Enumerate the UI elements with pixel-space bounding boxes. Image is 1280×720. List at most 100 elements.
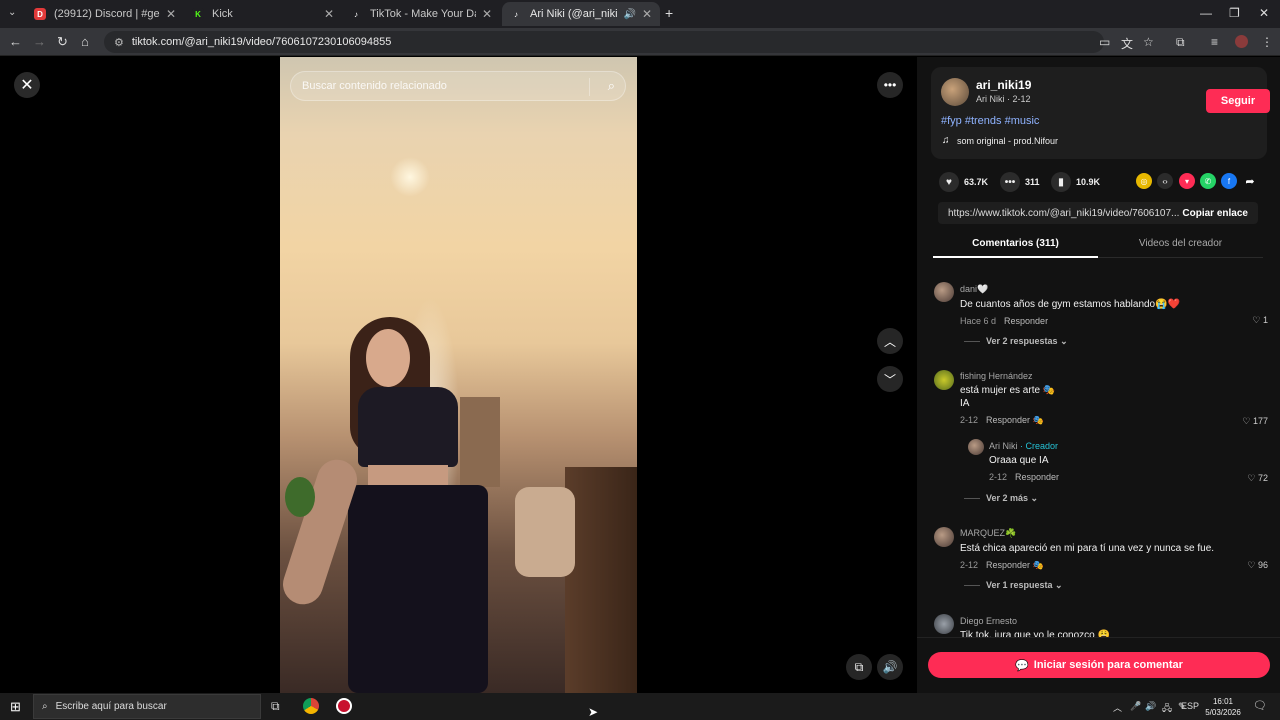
reply-button[interactable]: Responder <box>1004 316 1048 326</box>
tab-comments[interactable]: Comentarios (311) <box>933 238 1098 249</box>
app-taskbar-icon[interactable] <box>336 698 352 714</box>
site-info-icon[interactable]: ⚙ <box>114 36 124 49</box>
media-control-icon[interactable]: ≡ <box>1211 35 1218 49</box>
close-tab-icon[interactable]: ✕ <box>482 7 492 21</box>
home-icon[interactable]: ⌂ <box>81 34 89 49</box>
facebook-icon[interactable]: f <box>1221 173 1237 189</box>
bookmark-icon: ▮ <box>1051 172 1071 192</box>
comment-likes[interactable]: ♡ 72 <box>1247 473 1268 484</box>
commenter-avatar[interactable] <box>934 614 954 634</box>
embed-icon[interactable]: ‹› <box>1157 173 1173 189</box>
floating-player-icon[interactable]: ⧉ <box>846 654 872 680</box>
coin-icon[interactable]: ◎ <box>1136 173 1152 189</box>
microphone-icon[interactable]: 🎤 <box>1130 701 1141 712</box>
network-icon[interactable]: 🖧 <box>1162 701 1172 717</box>
browser-tab-discord[interactable]: D (29912) Discord | #general | Ba ✕ <box>26 2 184 26</box>
ceiling-fan-shape <box>390 157 430 197</box>
commenter-avatar[interactable] <box>934 527 954 547</box>
minimize-icon[interactable]: — <box>1200 6 1212 20</box>
browser-tab-ari-niki[interactable]: ♪ Ari Niki (@ari_niki19) | TikTo 🔊 ✕ <box>502 2 660 26</box>
windows-start-icon[interactable]: ⊞ <box>10 699 21 715</box>
follow-button[interactable]: Seguir <box>1206 89 1270 113</box>
comment-username[interactable]: fishing Hernández <box>960 371 1270 381</box>
reply-username[interactable]: Ari Niki <box>989 441 1018 451</box>
share-url: https://www.tiktok.com/@ari_niki19/video… <box>948 207 1180 219</box>
commenter-avatar[interactable] <box>934 370 954 390</box>
comment-username[interactable]: MARQUEZ☘️ <box>960 528 1270 539</box>
browser-tab-kick[interactable]: K Kick ✕ <box>184 2 342 26</box>
browser-tab-tiktok[interactable]: ♪ TikTok - Make Your Day ✕ <box>342 2 500 26</box>
install-app-icon[interactable]: ▭ <box>1099 35 1110 49</box>
comment-likes[interactable]: ♡ 96 <box>1247 560 1268 571</box>
close-tab-icon[interactable]: ✕ <box>324 7 334 21</box>
reload-icon[interactable]: ↻ <box>57 34 68 50</box>
send-friend-icon[interactable]: ▾ <box>1179 173 1195 189</box>
previous-video-icon[interactable]: ︿ <box>877 328 903 354</box>
sound-name[interactable]: som original - prod.Nifour <box>957 136 1058 146</box>
comment-likes[interactable]: ♡ 1 <box>1252 315 1268 326</box>
music-note-icon: ♫ <box>942 135 950 146</box>
new-tab-icon[interactable]: + <box>665 5 673 21</box>
comment-reply: Ari Niki · Creador Oraaa que IA 2-12 Resp… <box>989 441 1259 482</box>
view-replies-button[interactable]: Ver 1 respuesta ⌄ <box>964 580 1063 591</box>
like-stat[interactable]: ♥ 63.7K <box>939 172 988 192</box>
chrome-taskbar-icon[interactable] <box>303 698 319 714</box>
audio-playing-icon[interactable]: 🔊 <box>623 9 635 20</box>
comment-likes[interactable]: ♡ 177 <box>1242 416 1268 427</box>
tab-creator-videos[interactable]: Videos del creador <box>1098 238 1263 249</box>
clock[interactable]: 16:01 5/03/2026 <box>1203 696 1243 718</box>
save-stat[interactable]: ▮ 10.9K <box>1051 172 1100 192</box>
comment-stat[interactable]: ••• 311 <box>1000 172 1040 192</box>
bookmark-star-icon[interactable]: ☆ <box>1143 35 1154 49</box>
creator-avatar[interactable] <box>941 78 969 106</box>
share-arrow-icon[interactable]: ➦ <box>1242 173 1258 189</box>
heart-icon: ♥ <box>939 172 959 192</box>
speaker-icon[interactable]: 🔊 <box>1145 701 1156 712</box>
reply-button[interactable]: Responder <box>1015 472 1059 482</box>
comment-username[interactable]: Diego Ernesto <box>960 616 1270 626</box>
mouse-cursor-icon: ➤ <box>588 705 599 719</box>
restore-icon[interactable]: ❐ <box>1229 6 1240 20</box>
video-player[interactable]: Buscar contenido relacionado ⌕ <box>280 57 637 693</box>
related-search-input[interactable]: Buscar contenido relacionado ⌕ <box>290 71 626 101</box>
kick-icon: K <box>192 8 204 20</box>
view-replies-button[interactable]: Ver 2 respuestas ⌄ <box>964 336 1068 347</box>
comment-username[interactable]: dani🤍 <box>960 284 1270 295</box>
discord-icon: D <box>34 8 46 20</box>
address-bar[interactable]: ⚙ tiktok.com/@ari_niki19/video/760610723… <box>104 31 1104 53</box>
profile-avatar[interactable] <box>1235 35 1248 48</box>
close-icon[interactable]: ✕ <box>14 72 40 98</box>
next-video-icon[interactable]: ﹀ <box>877 366 903 392</box>
notifications-icon[interactable]: 🗨 <box>1253 699 1267 712</box>
creator-username[interactable]: ari_niki19 <box>976 78 1031 92</box>
view-more-replies-button[interactable]: Ver 2 más ⌄ <box>964 493 1038 504</box>
forward-icon[interactable]: → <box>33 34 46 49</box>
task-view-icon[interactable]: ⧉ <box>271 699 280 714</box>
search-icon[interactable]: ⌕ <box>608 78 615 94</box>
close-tab-icon[interactable]: ✕ <box>166 7 176 21</box>
close-tab-icon[interactable]: ✕ <box>642 7 652 21</box>
shelf-shape <box>460 397 500 487</box>
browser-menu-icon[interactable]: ⋮ <box>1261 35 1273 49</box>
creator-reply-avatar[interactable] <box>968 439 984 455</box>
hashtags[interactable]: #fyp #trends #music <box>941 115 1039 127</box>
more-options-icon[interactable]: ••• <box>877 72 903 98</box>
person-face-shape <box>366 329 410 387</box>
tray-chevron-icon[interactable]: ︿ <box>1113 701 1122 714</box>
reply-button[interactable]: Responder <box>986 560 1030 570</box>
copy-link-button[interactable]: Copiar enlace <box>1182 208 1248 219</box>
commenter-avatar[interactable] <box>934 282 954 302</box>
window-close-icon[interactable]: ✕ <box>1259 6 1269 20</box>
language-indicator[interactable]: ESP <box>1181 701 1199 711</box>
tiktok-icon: ♪ <box>354 9 358 19</box>
comment-icon: ••• <box>1000 172 1020 192</box>
reply-button[interactable]: Responder <box>986 415 1030 425</box>
taskbar-search-input[interactable]: ⌕ Escribe aquí para buscar <box>33 694 261 719</box>
back-icon[interactable]: ← <box>9 34 22 49</box>
volume-icon[interactable]: 🔊 <box>877 654 903 680</box>
extensions-icon[interactable]: ⧉ <box>1176 35 1185 50</box>
whatsapp-icon[interactable]: ✆ <box>1200 173 1216 189</box>
tab-list-icon[interactable]: ⌄ <box>8 7 16 18</box>
login-to-comment-button[interactable]: 💬 Iniciar sesión para comentar <box>928 652 1270 678</box>
translate-icon[interactable]: 文 <box>1121 35 1133 52</box>
